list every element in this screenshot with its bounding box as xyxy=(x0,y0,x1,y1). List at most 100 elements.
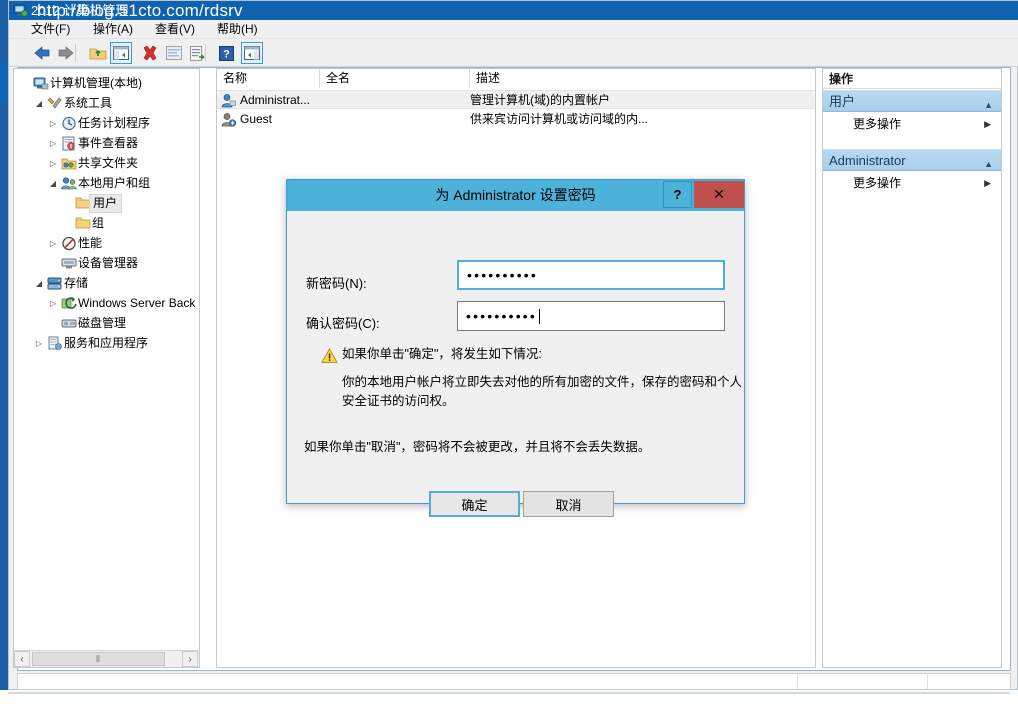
console-tree: 计算机管理(本地) ◢ 系统工具 ▷ 任务计划程序 ▷ 事件查看器 ▷ 共享文件夹 ◢ 本地用户和组… xyxy=(14,73,199,353)
confirm-password-label: 确认密码(C): xyxy=(306,316,380,331)
scroll-thumb[interactable]: ⦀ xyxy=(32,652,165,666)
action-administrator-more-actions[interactable]: 更多操作 ▶ xyxy=(823,172,1001,194)
chevron-right-icon: ▶ xyxy=(984,119,991,129)
tree-node-label: 性能 xyxy=(78,236,103,250)
new-password-input[interactable]: •••••••••• xyxy=(457,260,725,290)
action-users-more-actions[interactable]: 更多操作 ▶ xyxy=(823,113,1001,135)
tree-horizontal-scrollbar[interactable]: ‹ ⦀ › xyxy=(14,650,199,667)
menu-bar: 文件(F) 操作(A) 查看(V) 帮助(H) xyxy=(9,20,1018,39)
tree-node-12[interactable]: 磁盘管理 xyxy=(14,313,199,333)
column-header-fullname[interactable]: 全名 xyxy=(320,69,470,88)
menu-view[interactable]: 查看(V) xyxy=(149,22,201,37)
window-titlebar[interactable]: 2012 计算机管理 http://blog.51cto.com/rdsrv xyxy=(9,1,1018,20)
dialog-help-button[interactable]: ? xyxy=(663,181,692,208)
collapsed-arrow-icon[interactable]: ▷ xyxy=(46,299,60,308)
actions-pane: 操作 用户 ▲ 更多操作 ▶ Administrator ▲ 更多操作 ▶ xyxy=(822,68,1002,668)
status-cell xyxy=(798,674,928,689)
cancel-button[interactable]: 取消 xyxy=(523,491,614,517)
services-icon xyxy=(46,335,64,351)
column-header-name[interactable]: 名称 xyxy=(217,69,320,88)
tree-node-0[interactable]: 计算机管理(本地) xyxy=(14,73,199,93)
scroll-right-arrow[interactable]: › xyxy=(182,651,198,667)
collapsed-arrow-icon[interactable]: ▷ xyxy=(46,239,60,248)
menu-help[interactable]: 帮助(H) xyxy=(211,22,264,37)
ok-button[interactable]: 确定 xyxy=(429,491,520,517)
export-list-icon[interactable] xyxy=(187,42,209,64)
actions-pane-title: 操作 xyxy=(823,69,1001,89)
localusers-icon xyxy=(60,175,78,191)
expanded-arrow-icon[interactable]: ◢ xyxy=(46,179,60,188)
performance-icon xyxy=(60,235,78,251)
tree-node-label: Windows Server Back xyxy=(78,296,196,310)
menu-action[interactable]: 操作(A) xyxy=(87,22,139,37)
svg-text:?: ? xyxy=(223,48,230,60)
tree-node-label: 计算机管理(本地) xyxy=(50,76,142,90)
tree-node-label: 本地用户和组 xyxy=(78,176,151,190)
warning-line-1: 如果你单击"确定"，将发生如下情况: xyxy=(342,347,542,361)
watermark-text: http://blog.51cto.com/rdsrv xyxy=(37,1,243,20)
confirm-password-input[interactable]: •••••••••• xyxy=(457,301,725,331)
help-icon[interactable]: ? xyxy=(215,42,237,64)
toolbar: ? xyxy=(9,39,1018,67)
backup-icon xyxy=(60,295,78,311)
tree-node-6[interactable]: 用户 xyxy=(14,193,199,213)
collapsed-arrow-icon[interactable]: ▷ xyxy=(46,159,60,168)
status-bar xyxy=(17,673,1011,690)
tree-node-label: 设备管理器 xyxy=(78,256,139,270)
console-tree-pane: 计算机管理(本地) ◢ 系统工具 ▷ 任务计划程序 ▷ 事件查看器 ▷ 共享文件夹 ◢ 本地用户和组… xyxy=(13,68,200,668)
collapsed-arrow-icon[interactable]: ▷ xyxy=(46,139,60,148)
tree-node-10[interactable]: ◢ 存储 xyxy=(14,273,199,293)
tools-icon xyxy=(46,95,64,111)
desktop-divider xyxy=(8,692,1010,694)
eventlog-icon xyxy=(60,135,78,151)
diskmgmt-icon xyxy=(60,315,78,331)
tree-node-4[interactable]: ▷ 共享文件夹 xyxy=(14,153,199,173)
tree-node-label: 组 xyxy=(92,216,105,230)
dialog-body: 新密码(N): •••••••••• 确认密码(C): •••••••••• 如… xyxy=(294,217,742,517)
action-administrator-more-actions-label: 更多操作 xyxy=(853,176,902,190)
tree-node-1[interactable]: ◢ 系统工具 xyxy=(14,93,199,113)
show-tree-icon[interactable] xyxy=(110,42,132,64)
desktop-bottom-strip xyxy=(0,690,1018,706)
folder-icon xyxy=(74,215,92,231)
tree-node-5[interactable]: ◢ 本地用户和组 xyxy=(14,173,199,193)
properties-icon[interactable] xyxy=(163,42,185,64)
table-row[interactable]: Guest 供来宾访问计算机或访问域的内... xyxy=(217,110,815,129)
user-disabled-icon xyxy=(221,112,236,127)
tree-node-3[interactable]: ▷ 事件查看器 xyxy=(14,133,199,153)
tree-node-7[interactable]: 组 xyxy=(14,213,199,233)
tree-node-9[interactable]: 设备管理器 xyxy=(14,253,199,273)
back-icon[interactable] xyxy=(31,42,53,64)
up-folder-icon[interactable] xyxy=(87,42,109,64)
action-users-more-actions-label: 更多操作 xyxy=(853,117,902,131)
tree-node-11[interactable]: ▷ Windows Server Back xyxy=(14,293,199,313)
confirm-password-value: •••••••••• xyxy=(466,308,538,324)
collapsed-arrow-icon[interactable]: ▷ xyxy=(32,339,46,348)
devicemgr-icon xyxy=(60,255,78,271)
warning-line-2: 你的本地用户帐户将立即失去对他的所有加密的文件，保存的密码和个人 xyxy=(342,375,743,389)
actions-group-users-label: 用户 xyxy=(829,94,856,109)
expanded-arrow-icon[interactable]: ◢ xyxy=(32,279,46,288)
scroll-left-arrow[interactable]: ‹ xyxy=(14,651,30,667)
column-header-description[interactable]: 描述 xyxy=(470,69,815,88)
row-name-cell: Guest xyxy=(221,110,272,129)
collapsed-arrow-icon[interactable]: ▷ xyxy=(46,119,60,128)
text-caret xyxy=(539,308,541,324)
tree-node-8[interactable]: ▷ 性能 xyxy=(14,233,199,253)
actions-group-administrator[interactable]: Administrator ▲ xyxy=(823,149,1001,171)
computer-management-icon xyxy=(13,3,28,18)
tree-node-2[interactable]: ▷ 任务计划程序 xyxy=(14,113,199,133)
delete-icon[interactable] xyxy=(139,42,161,64)
forward-icon[interactable] xyxy=(55,42,77,64)
dialog-titlebar[interactable]: 为 Administrator 设置密码 ? ✕ xyxy=(287,180,744,211)
show-action-pane-icon[interactable] xyxy=(241,42,263,64)
expanded-arrow-icon[interactable]: ◢ xyxy=(32,99,46,108)
tree-node-13[interactable]: ▷ 服务和应用程序 xyxy=(14,333,199,353)
dialog-close-button[interactable]: ✕ xyxy=(694,181,744,208)
tree-node-label: 任务计划程序 xyxy=(78,116,151,130)
table-row[interactable]: Administrat... 管理计算机(域)的内置帐户 xyxy=(217,90,815,109)
menu-file[interactable]: 文件(F) xyxy=(25,22,76,37)
status-cell xyxy=(18,674,798,689)
desktop-left-accent xyxy=(0,62,8,102)
actions-group-users[interactable]: 用户 ▲ xyxy=(823,90,1001,112)
